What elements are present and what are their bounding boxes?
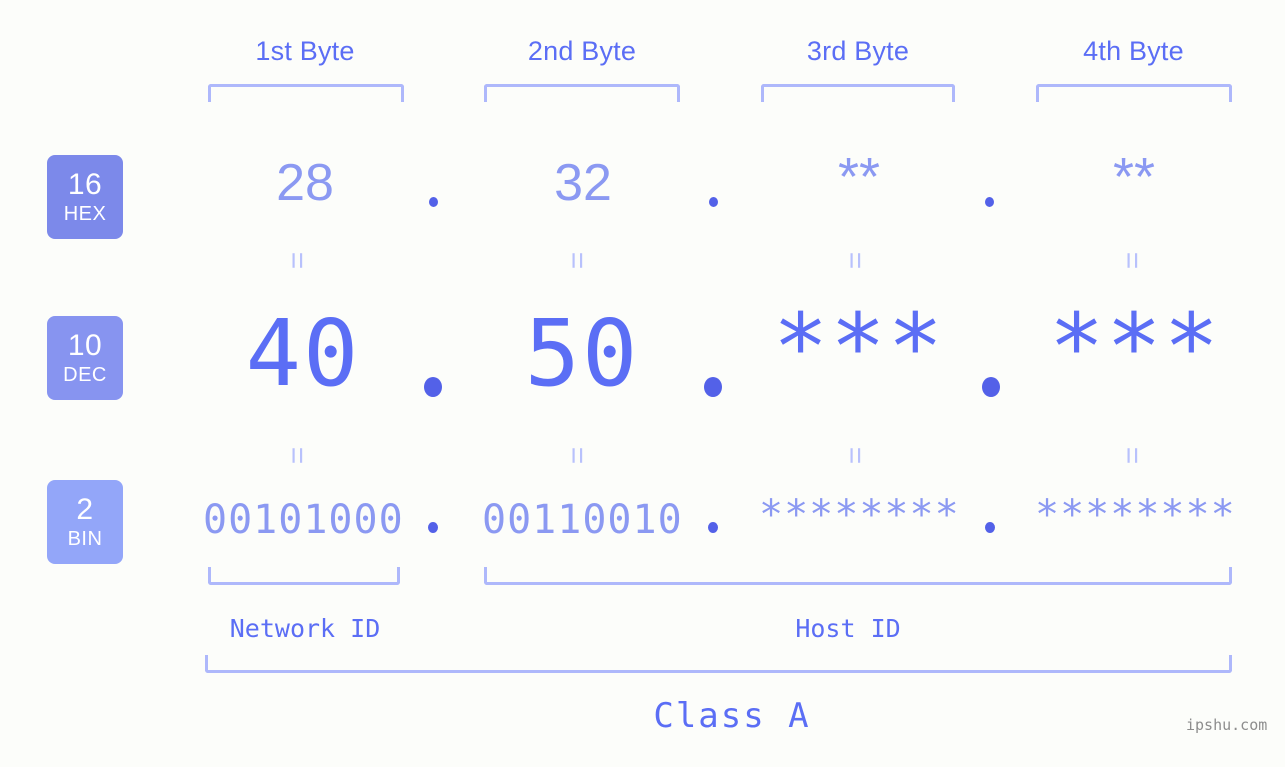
dec-value-byte-2: 50 xyxy=(524,300,640,407)
dec-value-byte-3: *** xyxy=(772,294,946,401)
radix-badge-dec-name: DEC xyxy=(63,364,107,386)
bin-value-byte-4: ******** xyxy=(1035,492,1236,538)
dec-separator-dot-1 xyxy=(424,377,442,397)
radix-badge-bin-number: 2 xyxy=(76,493,94,526)
equals-icon-hex-dec-3: = xyxy=(838,251,872,269)
network-id-label: Network ID xyxy=(229,614,381,643)
hex-value-byte-1: 28 xyxy=(276,154,334,212)
hex-value-byte-3: ** xyxy=(837,147,881,207)
bin-value-byte-1: 00101000 xyxy=(203,497,404,543)
network-id-bracket xyxy=(208,567,400,585)
equals-icon-dec-bin-3: = xyxy=(838,446,872,464)
hex-separator-dot-1 xyxy=(429,197,438,207)
byte-bracket-top-2 xyxy=(484,84,680,102)
class-label: Class A xyxy=(653,696,811,736)
byte-header-2: 2nd Byte xyxy=(527,36,637,66)
radix-badge-bin: 2 BIN xyxy=(47,480,123,564)
byte-header-3: 3rd Byte xyxy=(806,36,910,66)
bin-value-byte-3: ******** xyxy=(759,492,960,538)
radix-badge-hex-name: HEX xyxy=(63,203,107,225)
byte-header-4: 4th Byte xyxy=(1083,36,1184,66)
class-bracket xyxy=(205,655,1232,673)
bin-separator-dot-1 xyxy=(428,522,438,533)
radix-badge-dec-number: 10 xyxy=(67,329,103,362)
bin-separator-dot-2 xyxy=(708,522,718,533)
equals-icon-hex-dec-2: = xyxy=(560,251,594,269)
ip-address-breakdown-diagram: 1st Byte 2nd Byte 3rd Byte 4th Byte 16 H… xyxy=(0,0,1285,767)
byte-header-1: 1st Byte xyxy=(255,36,355,66)
radix-badge-hex: 16 HEX xyxy=(47,155,123,239)
hex-value-byte-2: 32 xyxy=(554,154,612,212)
bin-separator-dot-3 xyxy=(985,522,995,533)
dec-value-byte-4: *** xyxy=(1048,294,1222,401)
byte-bracket-top-1 xyxy=(208,84,404,102)
dec-separator-dot-3 xyxy=(982,377,1000,397)
radix-badge-hex-number: 16 xyxy=(67,168,103,201)
radix-badge-bin-name: BIN xyxy=(67,528,103,550)
site-watermark: ipshu.com xyxy=(1186,716,1268,734)
dec-value-byte-1: 40 xyxy=(245,300,361,407)
hex-value-byte-4: ** xyxy=(1112,147,1156,207)
radix-badge-dec: 10 DEC xyxy=(47,316,123,400)
host-id-label: Host ID xyxy=(795,614,901,643)
equals-icon-dec-bin-1: = xyxy=(280,446,314,464)
bin-value-byte-2: 00110010 xyxy=(482,497,683,543)
equals-icon-hex-dec-4: = xyxy=(1115,251,1149,269)
equals-icon-hex-dec-1: = xyxy=(280,251,314,269)
hex-separator-dot-2 xyxy=(709,197,718,207)
hex-separator-dot-3 xyxy=(985,197,994,207)
dec-separator-dot-2 xyxy=(704,377,722,397)
host-id-bracket xyxy=(484,567,1232,585)
byte-bracket-top-3 xyxy=(761,84,955,102)
byte-bracket-top-4 xyxy=(1036,84,1232,102)
equals-icon-dec-bin-4: = xyxy=(1115,446,1149,464)
equals-icon-dec-bin-2: = xyxy=(560,446,594,464)
